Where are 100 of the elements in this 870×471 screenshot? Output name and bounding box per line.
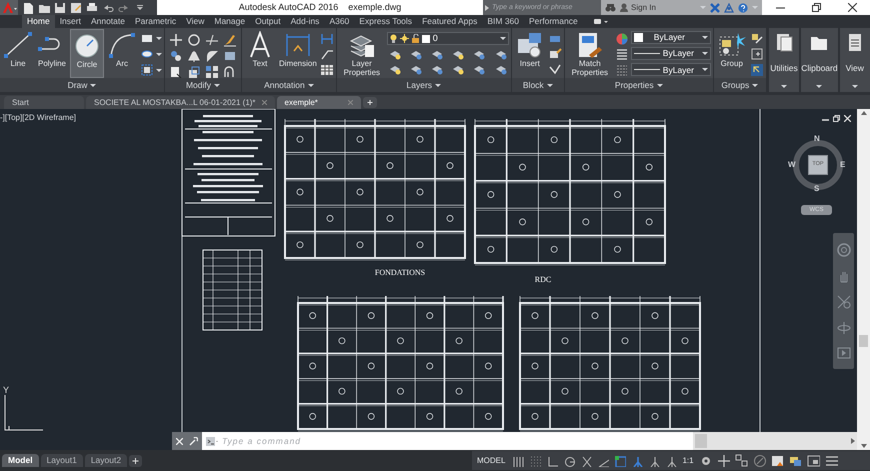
ribbon-tab[interactable]: Home xyxy=(22,15,55,28)
help-icon[interactable] xyxy=(738,2,748,12)
save-icon[interactable] xyxy=(54,2,66,14)
linetype-dropdown[interactable]: ByLayer xyxy=(630,63,711,76)
plus-icon[interactable] xyxy=(129,454,142,466)
move-icon[interactable] xyxy=(169,33,183,47)
ribbon-panel-title[interactable]: Draw xyxy=(0,78,164,92)
object-snap-icon[interactable] xyxy=(614,454,626,466)
trim-icon[interactable] xyxy=(205,33,219,47)
collapsed-ribbon-panel[interactable]: View xyxy=(838,28,870,92)
collapsed-ribbon-panel[interactable]: Utilities xyxy=(768,28,800,92)
linetype-icon[interactable] xyxy=(614,63,629,78)
ribbon-tool-button[interactable]: Group xyxy=(716,29,748,78)
close-icon[interactable] xyxy=(848,3,856,12)
layer-tool-icon[interactable] xyxy=(410,63,422,75)
group-select-icon[interactable] xyxy=(750,63,764,78)
ribbon-panel-title[interactable]: Modify xyxy=(165,78,241,92)
layout-tab[interactable]: Layout1 xyxy=(40,454,83,467)
group-edit-icon[interactable] xyxy=(750,47,764,62)
annotation-scale-button[interactable]: 1:1 xyxy=(682,456,694,464)
annotation-visibility-icon[interactable] xyxy=(631,454,644,466)
scrollbar-thumb[interactable] xyxy=(859,335,868,347)
hardware-acceleration-icon[interactable] xyxy=(734,454,748,467)
ribbon-tab[interactable]: Insert xyxy=(54,15,86,28)
model-space-button[interactable]: MODEL xyxy=(475,456,508,464)
scroll-up-icon[interactable] xyxy=(860,111,866,115)
ribbon-panel-title[interactable]: Layers xyxy=(336,78,511,92)
layer-tool-icon[interactable] xyxy=(431,63,444,75)
layer-tool-icon[interactable] xyxy=(388,63,401,75)
ribbon-tab[interactable]: Express Tools xyxy=(354,15,418,28)
ribbon-panel-title[interactable]: Block xyxy=(512,78,564,92)
layer-tool-icon[interactable] xyxy=(431,48,444,60)
ribbon-tab[interactable]: Parametric xyxy=(130,15,182,28)
layout-tab[interactable]: Layout2 xyxy=(84,454,128,467)
table-icon[interactable] xyxy=(320,63,334,78)
ungroup-icon[interactable] xyxy=(750,32,764,46)
save-as-icon[interactable] xyxy=(70,2,82,14)
array-icon[interactable] xyxy=(205,65,219,79)
ribbon-tab[interactable]: Annotate xyxy=(86,15,130,28)
ribbon-panel-title[interactable]: Annotation xyxy=(242,78,336,92)
layer-tool-icon[interactable] xyxy=(473,48,486,60)
ribbon-tab[interactable]: Featured Apps xyxy=(417,15,482,28)
polar-icon[interactable] xyxy=(563,454,576,466)
isolate-icon[interactable] xyxy=(752,454,766,467)
menu-icon[interactable] xyxy=(824,454,838,467)
fillet-icon[interactable] xyxy=(205,49,219,63)
layer-tool-icon[interactable] xyxy=(388,48,401,60)
ribbon-tool-button[interactable]: Insert xyxy=(514,29,546,78)
plus-icon[interactable] xyxy=(362,97,377,108)
ribbon-tab[interactable]: Add-ins xyxy=(286,15,324,28)
layout-icon[interactable] xyxy=(806,454,820,467)
ribbon-tab[interactable]: A360 xyxy=(324,15,354,28)
scroll-right-icon[interactable] xyxy=(851,438,855,444)
ribbon-tool-button[interactable]: Polyline xyxy=(36,29,68,78)
exchange-icon[interactable] xyxy=(710,2,720,12)
restore-icon[interactable] xyxy=(833,115,840,122)
ribbon-tab[interactable]: Output xyxy=(250,15,286,28)
ribbon-tool-button[interactable]: Text xyxy=(244,29,276,78)
lineweight-icon[interactable] xyxy=(614,47,629,62)
plus-icon[interactable] xyxy=(716,454,730,467)
wrench-icon[interactable] xyxy=(189,436,198,446)
layer-tool-icon[interactable] xyxy=(452,48,464,60)
layout-tab[interactable]: Model xyxy=(2,454,39,467)
workspace-toggle-icon[interactable] xyxy=(592,18,609,26)
ribbon-panel-title[interactable]: Groups xyxy=(714,78,766,92)
clean-screen-icon[interactable] xyxy=(788,454,802,467)
ribbon-tool-button[interactable]: Circle xyxy=(70,29,104,78)
scale-icon[interactable] xyxy=(187,65,201,79)
collapsed-ribbon-panel[interactable]: Clipboard xyxy=(800,28,838,92)
scrollbar-thumb[interactable] xyxy=(695,434,707,448)
layer-tool-icon[interactable] xyxy=(410,48,422,60)
file-tab[interactable]: exemple* xyxy=(276,96,361,109)
ribbon-tool-button[interactable]: Line xyxy=(2,29,34,78)
ribbon-tab[interactable]: BIM 360 xyxy=(482,15,524,28)
layer-tool-icon[interactable] xyxy=(452,63,464,75)
graphics-icon[interactable] xyxy=(770,454,784,467)
ortho-icon[interactable] xyxy=(546,454,558,466)
layer-tool-icon[interactable] xyxy=(494,48,507,60)
region-icon[interactable] xyxy=(140,63,154,78)
brush-icon[interactable] xyxy=(223,33,237,47)
color-dropdown[interactable]: ByLayer xyxy=(630,30,711,44)
rotate-icon[interactable] xyxy=(187,33,201,47)
file-tab[interactable]: SOCIETE AL MOSTAKBA...L 06-01-2021 (1)* xyxy=(86,96,275,109)
copy-icon[interactable] xyxy=(169,49,183,63)
file-tab[interactable]: Start xyxy=(4,96,84,109)
horizontal-scrollbar[interactable] xyxy=(693,432,857,450)
ribbon-panel-title[interactable]: Properties xyxy=(564,78,713,92)
scroll-down-icon[interactable] xyxy=(860,444,866,448)
linetype-dropdown[interactable]: ByLayer xyxy=(630,46,711,60)
stretch-icon[interactable] xyxy=(169,65,183,79)
mirror-icon[interactable] xyxy=(187,49,201,63)
ribbon-tool-button[interactable]: Arc xyxy=(106,29,138,78)
layer-dropdown[interactable]: 0 xyxy=(386,32,509,45)
ribbon-tool-button[interactable]: Dimension xyxy=(278,29,318,78)
isodraft-icon[interactable] xyxy=(580,454,592,466)
annotation-scale-icon[interactable] xyxy=(665,454,678,466)
grid-icon[interactable] xyxy=(512,454,524,466)
ribbon-tool-button[interactable]: Layer Properties xyxy=(338,29,385,78)
ribbon-tab[interactable]: View xyxy=(181,15,210,28)
ribbon-tab[interactable]: Performance xyxy=(524,15,583,28)
